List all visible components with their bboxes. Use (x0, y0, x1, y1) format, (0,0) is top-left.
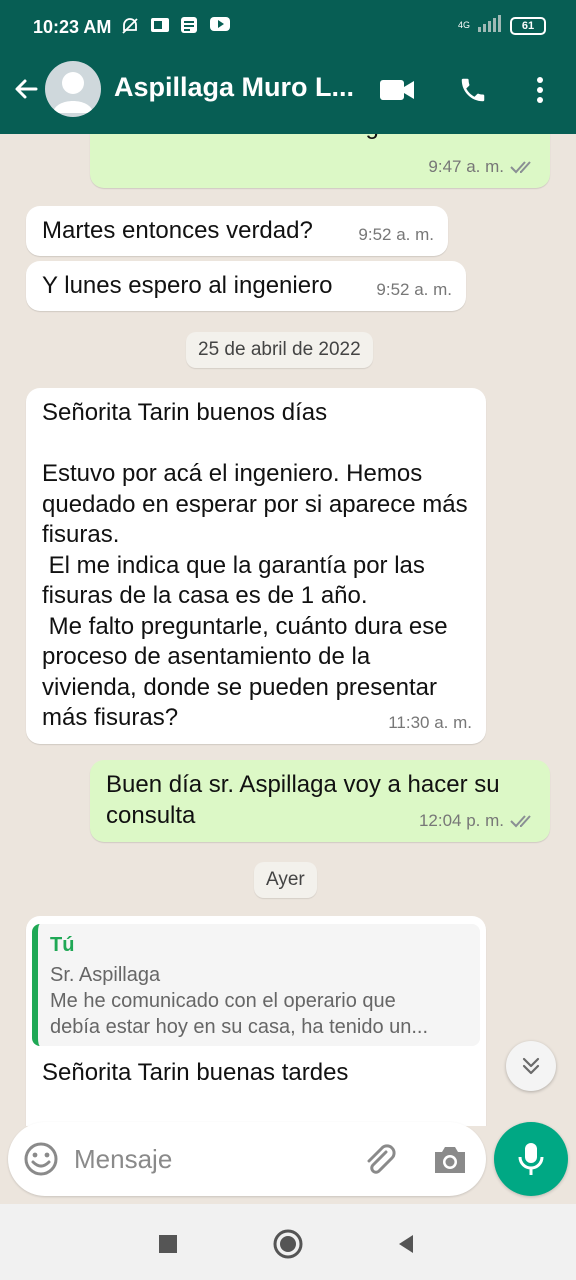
video-call-button[interactable] (377, 70, 417, 110)
message-time: 12:04 p. m. (418, 810, 504, 830)
back-button[interactable] (10, 73, 42, 105)
message-bubble-outgoing[interactable]: mantiene la visita del ingeniero. 9:47 a… (90, 134, 550, 188)
message-bubble-incoming[interactable]: Señorita Tarin buenos días Estuvo por ac… (26, 388, 486, 744)
emoji-button[interactable] (22, 1140, 60, 1178)
youtube-icon (210, 16, 230, 34)
home-circle-icon (273, 1229, 303, 1259)
quoted-text: Me he comunicado con el operario que (50, 990, 396, 1012)
message-time: 9:52 a. m. (376, 279, 452, 299)
system-navigation-bar (0, 1204, 576, 1280)
date-separator: 25 de abril de 2022 (186, 332, 373, 368)
message-meta: 9:52 a. m. (358, 220, 434, 251)
chat-area[interactable]: mantiene la visita del ingeniero. 9:47 a… (0, 134, 576, 1126)
message-composer (8, 1122, 486, 1196)
quoted-message[interactable]: Tú Sr. Aspillaga Me he comunicado con el… (32, 924, 480, 1046)
microphone-icon (518, 1143, 544, 1175)
read-ticks-icon (510, 161, 531, 174)
message-bubble-outgoing[interactable]: Buen día sr. Aspillaga voy a hacer su co… (90, 760, 550, 842)
news-icon (180, 16, 198, 34)
message-time: 9:47 a. m. (428, 156, 504, 176)
voice-call-button[interactable] (453, 70, 493, 110)
chat-header: Aspillaga Muro L... (0, 56, 576, 134)
battery-indicator: 61 (510, 16, 546, 35)
video-call-icon (380, 80, 414, 100)
emoji-icon (24, 1142, 58, 1176)
more-options-button[interactable] (520, 70, 560, 110)
read-ticks-icon (510, 815, 531, 828)
camera-icon (435, 1147, 465, 1173)
back-arrow-icon (15, 79, 38, 99)
message-bubble-incoming[interactable]: Y lunes espero al ingeniero 9:52 a. m. (26, 261, 466, 311)
phone-icon (461, 78, 485, 102)
avatar[interactable] (45, 61, 101, 117)
network-label: 4G (457, 20, 470, 30)
message-text: Señorita Tarin buenas tardes (42, 1059, 349, 1086)
square-icon (159, 1235, 177, 1253)
triangle-back-icon (399, 1235, 413, 1253)
more-options-icon (537, 77, 543, 103)
message-meta: 12:04 p. m. (419, 806, 536, 837)
message-text: Señorita Tarin buenos días Estuvo por ac… (42, 399, 468, 731)
home-button[interactable] (270, 1226, 306, 1262)
default-avatar-icon (53, 72, 93, 113)
attach-button[interactable] (360, 1140, 400, 1180)
quoted-author: Tú (50, 934, 75, 956)
quoted-text: debía estar hoy en su casa, ha tenido un… (50, 1016, 429, 1038)
message-icon (150, 16, 169, 34)
message-time: 11:30 a. m. (388, 712, 472, 732)
message-time: 9:52 a. m. (358, 224, 434, 244)
scroll-to-bottom-button[interactable] (506, 1041, 556, 1091)
message-meta: 11:30 a. m. (388, 708, 472, 739)
message-meta: 9:47 a. m. (428, 152, 536, 183)
message-meta: 9:52 a. m. (376, 275, 452, 306)
quoted-text: Sr. Aspillaga (50, 964, 161, 986)
message-input[interactable] (74, 1136, 344, 1182)
contact-name[interactable]: Aspillaga Muro L... (114, 72, 359, 103)
notification-icons (120, 16, 230, 34)
system-status: 4G 61 (458, 14, 546, 37)
message-bubble-incoming[interactable]: Martes entonces verdad? 9:52 a. m. (26, 206, 448, 256)
signal-icon (478, 14, 502, 37)
recent-apps-button[interactable] (150, 1226, 186, 1262)
mute-icon (120, 16, 138, 34)
paperclip-icon (367, 1144, 396, 1174)
date-separator: Ayer (254, 862, 317, 898)
back-nav-button[interactable] (388, 1226, 424, 1262)
microphone-button[interactable] (494, 1122, 568, 1196)
double-chevron-down-icon (522, 1057, 540, 1075)
message-text: mantiene la visita del ingeniero. (106, 134, 534, 143)
camera-button[interactable] (430, 1140, 470, 1180)
status-time: 10:23 AM (33, 17, 112, 37)
status-bar: 10:23 AM 4G 61 (0, 0, 576, 56)
